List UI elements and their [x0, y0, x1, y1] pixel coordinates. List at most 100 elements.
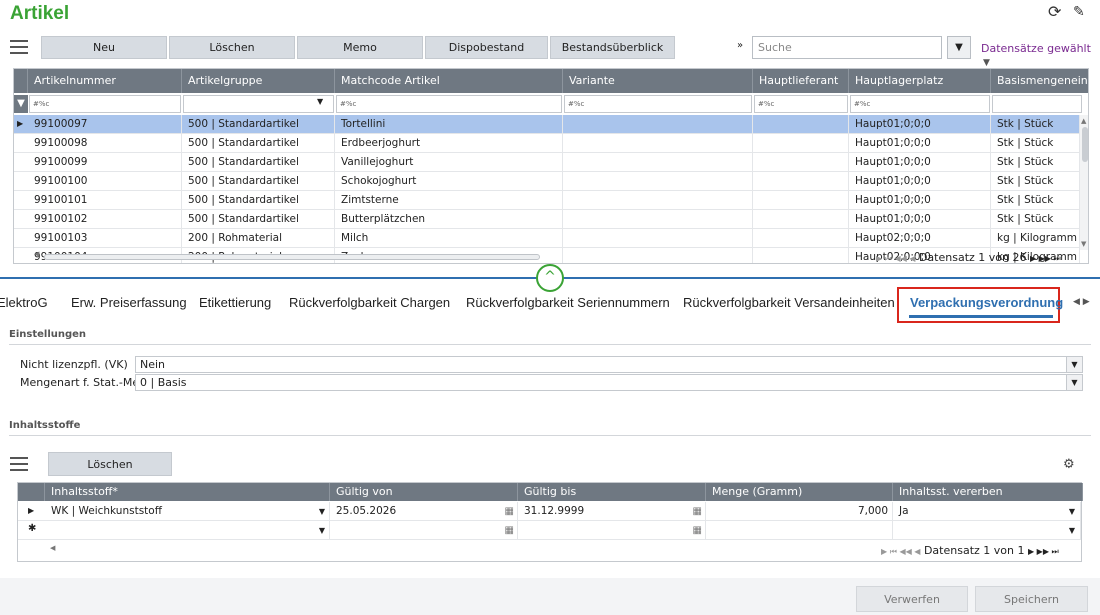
- new-cell-menge[interactable]: [706, 521, 893, 540]
- cell-variante[interactable]: [563, 153, 753, 172]
- cell-basismengeneinheit[interactable]: Stk | Stück: [991, 134, 1080, 153]
- cell-variante[interactable]: [563, 191, 753, 210]
- tab-scroll-arrows-icon[interactable]: ◀ ▶: [1073, 297, 1090, 307]
- filter-dropdown-icon[interactable]: ▼: [317, 97, 323, 106]
- col-vererben[interactable]: Inhaltsst. vererben: [893, 483, 1083, 501]
- chevron-down-icon[interactable]: ▼: [1066, 357, 1082, 372]
- cell-gueltig-bis[interactable]: 31.12.9999 ▦: [518, 502, 706, 521]
- cell-hauptlieferant[interactable]: [753, 153, 849, 172]
- cell-menge[interactable]: 7,000: [706, 502, 893, 521]
- filter-basismengeneinheit[interactable]: [992, 95, 1082, 113]
- new-cell-inhaltsstoff[interactable]: ▼: [45, 521, 330, 540]
- cell-artikelnummer[interactable]: 99100099: [28, 153, 182, 172]
- vertical-scrollbar[interactable]: ▲ ▼: [1080, 115, 1088, 250]
- cell-basismengeneinheit[interactable]: Stk | Stück: [991, 191, 1080, 210]
- col-matchcode[interactable]: Matchcode Artikel: [335, 69, 563, 93]
- table-row[interactable]: 99100099 500 | Standardartikel Vanillejogh…: [14, 153, 1080, 172]
- refresh-icon[interactable]: ⟳: [1048, 2, 1061, 21]
- bestandsueberblick-button[interactable]: Bestandsüberblick: [550, 36, 675, 59]
- col-hauptlieferant[interactable]: Hauptlieferant: [753, 69, 849, 93]
- filter-hauptlieferant[interactable]: #%c: [754, 95, 848, 113]
- filter-variante[interactable]: #%c: [564, 95, 752, 113]
- new-cell-gueltig-von[interactable]: ▦: [330, 521, 518, 540]
- ingredients-delete-button[interactable]: Löschen: [48, 452, 172, 476]
- cell-hauptlieferant[interactable]: [753, 115, 849, 134]
- cell-hauptlagerplatz[interactable]: Haupt01;0;0;0: [849, 153, 991, 172]
- menu-icon[interactable]: [10, 40, 28, 54]
- col-gueltig-bis[interactable]: Gültig bis: [518, 483, 706, 501]
- cell-artikelnummer[interactable]: 99100103: [28, 229, 182, 248]
- tab-verpackungsverordnung[interactable]: Verpackungsverordnung: [910, 295, 1063, 310]
- filter-artikelgruppe[interactable]: [183, 95, 334, 113]
- cell-basismengeneinheit[interactable]: Stk | Stück: [991, 172, 1080, 191]
- cell-hauptlagerplatz[interactable]: Haupt01;0;0;0: [849, 115, 991, 134]
- cell-artikelnummer[interactable]: 99100102: [28, 210, 182, 229]
- cell-basismengeneinheit[interactable]: Stk | Stück: [991, 115, 1080, 134]
- filter-icon[interactable]: ▼: [14, 95, 28, 113]
- col-variante[interactable]: Variante: [563, 69, 753, 93]
- cell-hauptlieferant[interactable]: [753, 172, 849, 191]
- table-row[interactable]: 99100101 500 | Standardartikel Zimtsterne H…: [14, 191, 1080, 210]
- cell-artikelnummer[interactable]: 99100098: [28, 134, 182, 153]
- cell-matchcode[interactable]: Butterplätzchen: [335, 210, 563, 229]
- cell-matchcode[interactable]: Schokojoghurt: [335, 172, 563, 191]
- records-selected-dropdown[interactable]: Datensätze gewählt ▼: [981, 42, 1100, 68]
- cell-hauptlieferant[interactable]: [753, 134, 849, 153]
- grid-pager[interactable]: ▶ ⏮ ◀◀ ◀ Datensatz 1 von 26 ▶ ▶▶ ⏭: [876, 251, 1061, 263]
- double-chevron-icon[interactable]: »: [737, 40, 743, 51]
- scroll-left-icon[interactable]: ◀: [50, 544, 55, 552]
- search-input[interactable]: Suche: [752, 36, 942, 59]
- gear-icon[interactable]: ⚙: [1063, 457, 1075, 472]
- tab-etikettierung[interactable]: Etikettierung: [199, 295, 271, 310]
- cell-matchcode[interactable]: Erdbeerjoghurt: [335, 134, 563, 153]
- new-button[interactable]: Neu: [41, 36, 167, 59]
- cell-hauptlagerplatz[interactable]: Haupt01;0;0;0: [849, 191, 991, 210]
- cell-artikelgruppe[interactable]: 500 | Standardartikel: [182, 134, 335, 153]
- col-artikelnummer[interactable]: Artikelnummer: [28, 69, 182, 93]
- lizenzpfl-select[interactable]: Nein ▼: [135, 356, 1083, 373]
- new-cell-gueltig-bis[interactable]: ▦: [518, 521, 706, 540]
- cell-hauptlieferant[interactable]: [753, 248, 849, 263]
- cell-inhaltsstoff[interactable]: WK | Weichkunststoff ▼: [45, 502, 330, 521]
- table-row[interactable]: ▶ WK | Weichkunststoff ▼ 25.05.2026 ▦ 31.1…: [18, 502, 1081, 521]
- ingredients-pager[interactable]: ▶ ⏮ ◀◀ ◀ Datensatz 1 von 1 ▶ ▶▶ ⏭: [881, 544, 1059, 557]
- new-cell-vererben[interactable]: ▼: [893, 521, 1081, 540]
- cell-artikelgruppe[interactable]: 500 | Standardartikel: [182, 115, 335, 134]
- wrench-icon[interactable]: ✎: [1073, 4, 1085, 20]
- col-gueltig-von[interactable]: Gültig von: [330, 483, 518, 501]
- cell-hauptlieferant[interactable]: [753, 229, 849, 248]
- col-basismengeneinheit[interactable]: Basismengeneinhe: [991, 69, 1088, 93]
- cell-variante[interactable]: [563, 172, 753, 191]
- cell-variante[interactable]: [563, 248, 753, 263]
- filter-matchcode[interactable]: #%c: [336, 95, 562, 113]
- cell-vererben[interactable]: Ja ▼: [893, 502, 1081, 521]
- cell-artikelgruppe[interactable]: 500 | Standardartikel: [182, 191, 335, 210]
- chevron-down-icon[interactable]: ▼: [1066, 375, 1082, 390]
- horizontal-scrollbar[interactable]: ◀: [28, 250, 548, 263]
- save-button[interactable]: Speichern: [975, 586, 1088, 612]
- tab-elektrog[interactable]: ElektroG: [0, 295, 48, 310]
- table-row[interactable]: ▶ 99100097 500 | Standardartikel Tortellini…: [14, 115, 1080, 134]
- cell-artikelgruppe[interactable]: 500 | Standardartikel: [182, 153, 335, 172]
- cell-basismengeneinheit[interactable]: kg | Kilogramm: [991, 229, 1080, 248]
- cell-variante[interactable]: [563, 115, 753, 134]
- cell-artikelnummer[interactable]: 99100101: [28, 191, 182, 210]
- cell-basismengeneinheit[interactable]: Stk | Stück: [991, 210, 1080, 229]
- dispobestand-button[interactable]: Dispobestand: [425, 36, 548, 59]
- col-menge[interactable]: Menge (Gramm): [706, 483, 893, 501]
- cell-basismengeneinheit[interactable]: Stk | Stück: [991, 153, 1080, 172]
- cell-variante[interactable]: [563, 229, 753, 248]
- cell-hauptlagerplatz[interactable]: Haupt01;0;0;0: [849, 134, 991, 153]
- col-hauptlagerplatz[interactable]: Hauptlagerplatz: [849, 69, 991, 93]
- cell-artikelnummer[interactable]: 99100100: [28, 172, 182, 191]
- cell-artikelnummer[interactable]: 99100097: [28, 115, 182, 134]
- cell-artikelgruppe[interactable]: 200 | Rohmaterial: [182, 229, 335, 248]
- new-row[interactable]: ✱ ▼ ▦ ▦ ▼: [18, 521, 1081, 540]
- cell-hauptlagerplatz[interactable]: Haupt02;0;0;0: [849, 229, 991, 248]
- search-dropdown-button[interactable]: ▼: [947, 36, 971, 59]
- cell-matchcode[interactable]: Vanillejoghurt: [335, 153, 563, 172]
- tab-rueckverfolgbarkeit-chargen[interactable]: Rückverfolgbarkeit Chargen: [289, 295, 450, 310]
- cell-matchcode[interactable]: Milch: [335, 229, 563, 248]
- mengenart-select[interactable]: 0 | Basis ▼: [135, 374, 1083, 391]
- cell-hauptlagerplatz[interactable]: Haupt01;0;0;0: [849, 172, 991, 191]
